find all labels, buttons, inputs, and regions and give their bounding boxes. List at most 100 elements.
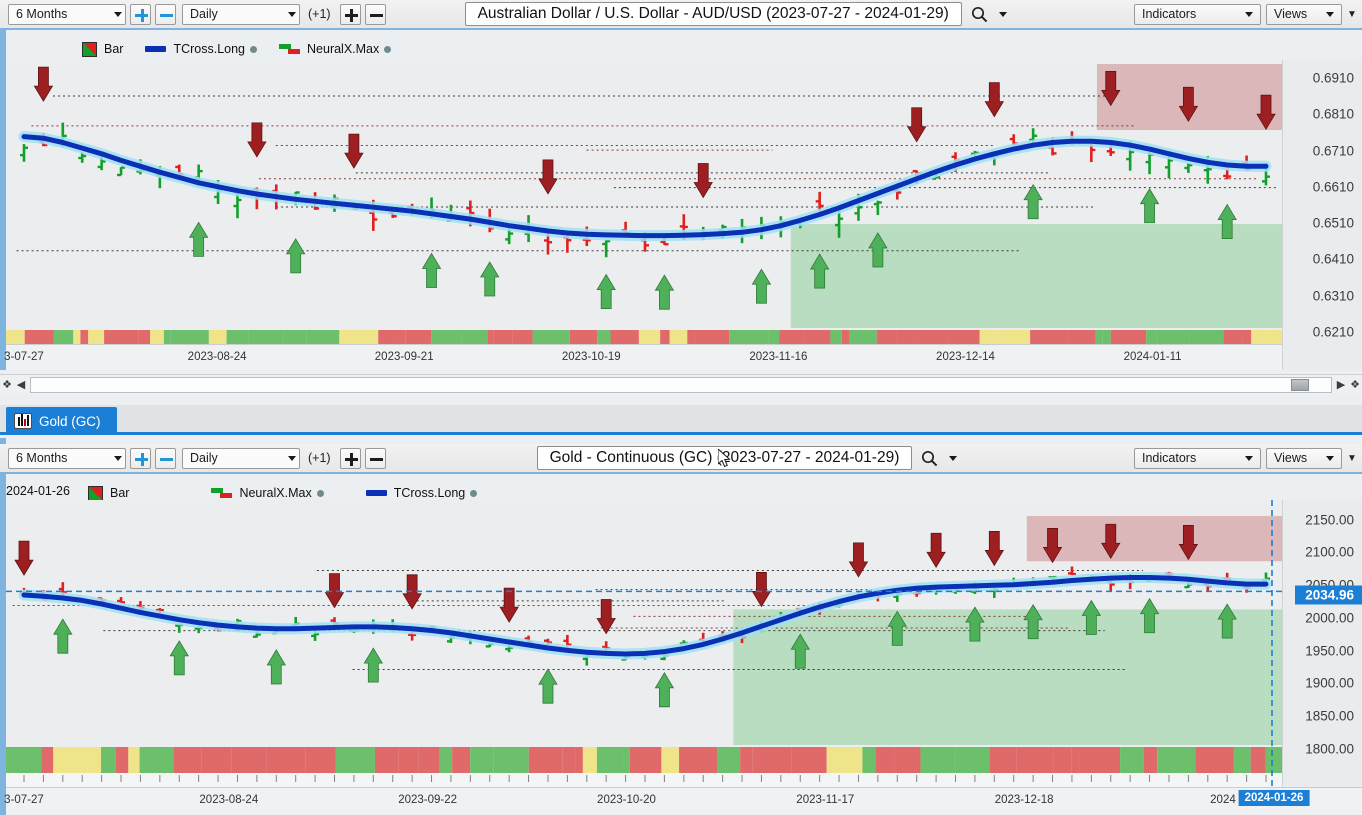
search-icon	[971, 6, 988, 22]
price-tick: 0.6310	[1312, 288, 1354, 304]
interval-select-top[interactable]: Daily	[182, 3, 300, 25]
legend-label-bar-bottom: Bar	[110, 486, 130, 500]
chevron-down-icon	[288, 455, 296, 461]
date-tick: 2023-12-18	[994, 794, 1054, 806]
chart-tab-strip: Gold (GC)	[0, 405, 1362, 435]
chevron-down-icon	[1245, 455, 1253, 461]
toolbar-overflow-top[interactable]: ▼	[1345, 4, 1359, 24]
interval-select-top-label: Daily	[190, 7, 218, 21]
indicators-label-top: Indicators	[1142, 7, 1197, 21]
legend-item-bar-top[interactable]: Bar	[82, 41, 124, 57]
indicators-button-top[interactable]: Indicators	[1134, 3, 1261, 25]
chevron-down-icon	[114, 455, 122, 461]
date-tick: 2024-01-11	[1123, 351, 1182, 363]
legend-item-neuralx-top[interactable]: NeuralX.Max	[279, 42, 392, 56]
neural-icon	[211, 488, 233, 498]
line-icon	[365, 490, 387, 496]
interval-select-bottom-label: Daily	[190, 451, 218, 465]
extra-interval-label-bottom: (+1)	[308, 451, 331, 465]
top-chart-legend: Bar TCross.Long NeuralX.Max	[82, 38, 413, 60]
date-tick: 2023-11-16	[749, 351, 808, 363]
bottom-chart-panel[interactable]: 2150.002100.002050.002000.001950.001900.…	[6, 500, 1362, 787]
scroll-track-top[interactable]	[30, 376, 1332, 393]
symbol-search-bottom[interactable]	[921, 450, 958, 467]
price-tick: 0.6710	[1312, 143, 1354, 159]
settings-dot-icon[interactable]	[250, 45, 258, 53]
symbol-title-top[interactable]: Australian Dollar / U.S. Dollar - AUD/US…	[464, 2, 962, 26]
price-tick: 0.6810	[1312, 106, 1354, 122]
views-label-top: Views	[1274, 7, 1308, 21]
bottom-chart-price-axis[interactable]: 2150.002100.002050.002000.001950.001900.…	[1282, 500, 1362, 787]
legend-label-bar-top: Bar	[104, 42, 124, 56]
legend-label-neuralx-top: NeuralX.Max	[307, 42, 380, 56]
date-tick: 2023-12-14	[936, 351, 995, 363]
price-tick: 0.6910	[1312, 70, 1354, 86]
range-select-bottom[interactable]: 6 Months	[8, 447, 126, 469]
bars-remove-button-bottom[interactable]	[364, 447, 386, 469]
top-chart-price-axis[interactable]: 0.6910 0.6810 0.6710 0.6610 0.6510 0.6410 0.63…	[1282, 60, 1362, 370]
range-select-top-label: 6 Months	[16, 7, 68, 21]
price-tick: 2100.00	[1305, 544, 1354, 560]
bars-add-button-top[interactable]	[339, 3, 361, 25]
legend-item-tcross-top[interactable]: TCross.Long	[145, 42, 258, 56]
settings-dot-icon[interactable]	[384, 45, 392, 53]
price-tick: 0.6510	[1312, 215, 1354, 231]
date-tick: 3-07-27	[4, 794, 44, 806]
chevron-down-icon	[1245, 11, 1253, 17]
zoom-in-button-bottom[interactable]	[130, 447, 151, 469]
price-tick: 2150.00	[1305, 512, 1354, 528]
interval-select-bottom[interactable]: Daily	[182, 447, 300, 469]
settings-dot-icon[interactable]	[470, 489, 478, 497]
legend-item-tcross-bottom[interactable]: TCross.Long	[365, 486, 478, 500]
legend-label-tcross-bottom: TCross.Long	[393, 486, 466, 500]
date-tick: 3-07-27	[4, 351, 44, 363]
price-tick: 1900.00	[1305, 675, 1354, 691]
chevron-down-icon	[1326, 455, 1334, 461]
indicators-label-bottom: Indicators	[1142, 451, 1197, 465]
bars-remove-button-top[interactable]	[364, 3, 386, 25]
chevron-down-icon	[114, 11, 122, 17]
legend-label-neuralx-bottom: NeuralX.Max	[239, 486, 312, 500]
date-tick: 2023-09-21	[374, 351, 434, 363]
price-tick: 0.6410	[1312, 251, 1354, 267]
range-select-bottom-label: 6 Months	[16, 451, 68, 465]
legend-label-tcross-top: TCross.Long	[173, 42, 246, 56]
symbol-title-top-text: Australian Dollar / U.S. Dollar - AUD/US…	[477, 5, 949, 22]
zoom-out-button-bottom[interactable]	[155, 447, 176, 469]
scroll-resize-left-top[interactable]: ❖	[0, 378, 14, 391]
scroll-left-button-top[interactable]: ◀	[14, 378, 28, 391]
views-button-bottom[interactable]: Views	[1266, 447, 1342, 469]
top-chart-scrollbar[interactable]: ❖ ◀ ▶ ❖	[0, 374, 1362, 394]
legend-item-bar-bottom[interactable]: Bar	[88, 485, 130, 501]
bottom-chart-plot-area[interactable]	[6, 500, 1362, 787]
bar-style-icon	[82, 41, 97, 57]
bottom-chart-svg	[6, 500, 1362, 787]
price-tick: 1850.00	[1305, 708, 1354, 724]
date-tick: 2023-10-19	[561, 351, 621, 363]
tab-gold-gc[interactable]: Gold (GC)	[6, 407, 117, 435]
scroll-thumb-top[interactable]	[1291, 378, 1309, 391]
views-button-top[interactable]: Views	[1266, 3, 1342, 25]
bars-add-button-bottom[interactable]	[339, 447, 361, 469]
top-chart-plot-area[interactable]	[6, 60, 1362, 370]
neural-icon	[279, 44, 301, 54]
scroll-resize-right-top[interactable]: ❖	[1348, 378, 1362, 391]
settings-dot-icon[interactable]	[316, 489, 324, 497]
scroll-right-button-top[interactable]: ▶	[1334, 378, 1348, 391]
top-chart-date-axis[interactable]: 3-07-27 2023-08-24 2023-09-21 2023-10-19 202…	[4, 344, 1282, 370]
zoom-in-button-top[interactable]	[130, 3, 151, 25]
chevron-down-icon	[288, 11, 296, 17]
symbol-search-top[interactable]	[971, 6, 1007, 23]
search-icon	[922, 450, 938, 466]
indicators-button-bottom[interactable]: Indicators	[1134, 447, 1261, 469]
chevron-down-icon	[998, 11, 1007, 17]
date-tick: 2024	[1210, 794, 1236, 806]
top-chart-panel[interactable]: 0.6910 0.6810 0.6710 0.6610 0.6510 0.6410 0.63…	[6, 60, 1362, 370]
range-select-top[interactable]: 6 Months	[8, 3, 126, 25]
legend-item-neuralx-bottom[interactable]: NeuralX.Max	[211, 486, 324, 500]
toolbar-overflow-bottom[interactable]: ▼	[1345, 448, 1359, 468]
bottom-chart-date-axis[interactable]: 3-07-27 2023-08-24 2023-09-22 2023-10-20 202…	[4, 787, 1362, 815]
bar-style-icon	[88, 485, 103, 501]
zoom-out-button-top[interactable]	[155, 3, 176, 25]
top-chart-toolbar: 6 Months Daily (+1) Australian Dollar / …	[0, 0, 1362, 30]
